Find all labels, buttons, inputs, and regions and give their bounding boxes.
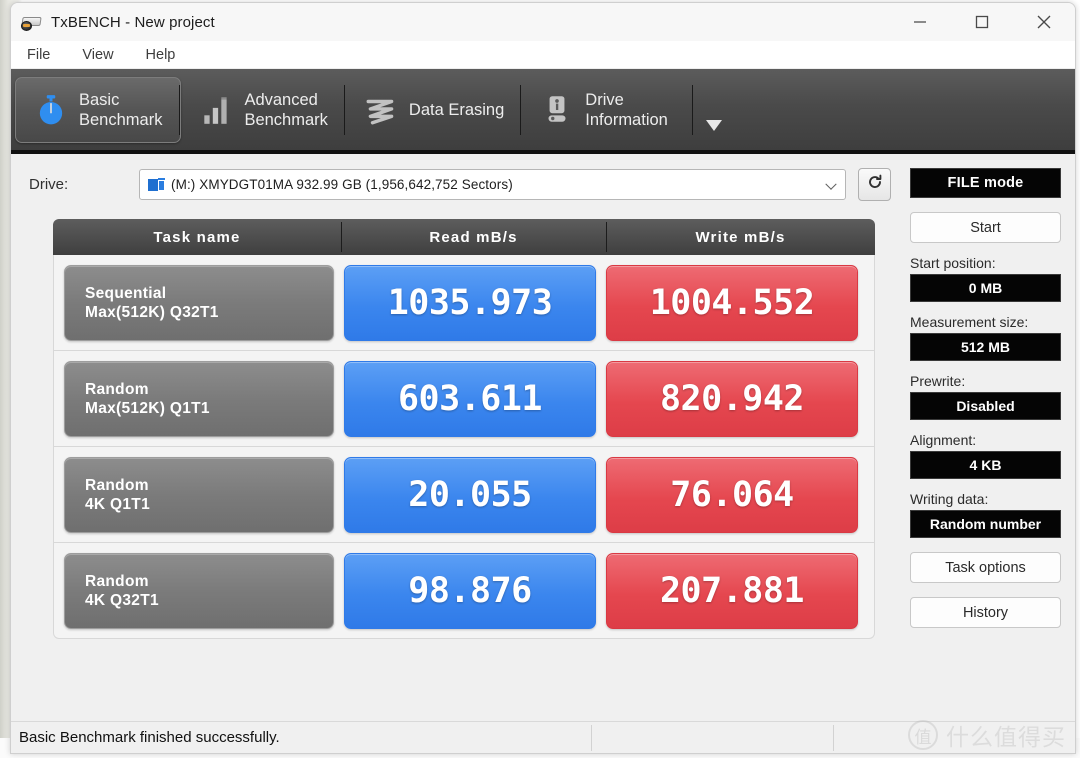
writing-data-value[interactable]: Random number xyxy=(910,510,1061,538)
chevron-down-icon xyxy=(705,119,722,131)
measurement-size-value[interactable]: 512 MB xyxy=(910,333,1061,361)
column-header-read: Read mB/s xyxy=(341,219,606,255)
read-value: 1035.973 xyxy=(344,264,596,341)
main-content: Drive: (M:) XMYDGT01MA 932.99 GB (1,956,… xyxy=(11,154,1075,722)
task-options-button[interactable]: Task options xyxy=(910,552,1061,583)
tab-drive-information[interactable]: Drive Information xyxy=(520,77,686,143)
task-name-line2: Max(512K) Q32T1 xyxy=(85,303,219,321)
prewrite-label: Prewrite: xyxy=(910,373,966,389)
write-value: 76.064 xyxy=(606,456,858,533)
tab-data-erasing[interactable]: Data Erasing xyxy=(343,77,522,143)
tab-data-erasing-label: Data Erasing xyxy=(408,100,505,119)
start-button[interactable]: Start xyxy=(910,212,1061,243)
drive-label: Drive: xyxy=(29,176,69,193)
txbench-window: TxBENCH - New project File View Help Bas… xyxy=(10,2,1076,754)
options-panel: FILE mode Start Start position: 0 MB Mea… xyxy=(900,154,1075,628)
task-name-line2: 4K Q1T1 xyxy=(85,495,150,513)
task-name-line1: Random xyxy=(85,380,149,398)
read-value: 20.055 xyxy=(344,456,596,533)
tab-overflow-button[interactable] xyxy=(691,77,722,143)
read-value: 98.876 xyxy=(344,552,596,629)
status-message: Basic Benchmark finished successfully. xyxy=(19,729,280,746)
drive-select[interactable]: (M:) XMYDGT01MA 932.99 GB (1,956,642,752… xyxy=(139,169,846,200)
tab-advanced-benchmark-label: Advanced Benchmark xyxy=(244,90,328,129)
menu-bar: File View Help xyxy=(11,41,1075,69)
chevron-down-icon xyxy=(825,178,837,190)
task-name-line2: Max(512K) Q1T1 xyxy=(85,399,210,417)
disk-drive-icon xyxy=(21,13,43,31)
alignment-label: Alignment: xyxy=(910,432,977,448)
status-divider xyxy=(591,724,592,751)
file-mode-button[interactable]: FILE mode xyxy=(910,168,1061,198)
alignment-value[interactable]: 4 KB xyxy=(910,451,1061,479)
task-name-line1: Sequential xyxy=(85,284,167,302)
table-row: Random Max(512K) Q1T1 603.611 820.942 xyxy=(53,351,875,447)
window-title: TxBENCH - New project xyxy=(51,13,215,31)
tab-basic-benchmark-label: Basic Benchmark xyxy=(79,90,163,129)
menu-item-file[interactable]: File xyxy=(25,45,62,65)
prewrite-value[interactable]: Disabled xyxy=(910,392,1061,420)
column-header-write: Write mB/s xyxy=(606,219,875,255)
zigzag-erase-icon xyxy=(364,93,398,127)
tab-drive-information-label: Drive Information xyxy=(585,90,668,129)
refresh-button[interactable] xyxy=(858,168,891,201)
writing-data-label: Writing data: xyxy=(910,491,989,507)
bar-chart-icon xyxy=(199,93,233,127)
task-name-line1: Random xyxy=(85,572,149,590)
menu-item-view[interactable]: View xyxy=(80,45,125,65)
drive-info-icon xyxy=(540,93,574,127)
table-row: Sequential Max(512K) Q32T1 1035.973 1004… xyxy=(53,255,875,351)
tab-advanced-benchmark[interactable]: Advanced Benchmark xyxy=(179,77,345,143)
task-name-line1: Random xyxy=(85,476,149,494)
task-cell[interactable]: Random 4K Q32T1 xyxy=(64,552,334,629)
column-header-task-name: Task name xyxy=(153,228,241,246)
task-cell[interactable]: Random Max(512K) Q1T1 xyxy=(64,360,334,437)
results-table: Task name Read mB/s Write mB/s Sequentia… xyxy=(53,219,875,639)
write-value: 1004.552 xyxy=(606,264,858,341)
read-value: 603.611 xyxy=(344,360,596,437)
table-row: Random 4K Q1T1 20.055 76.064 xyxy=(53,447,875,543)
status-bar: Basic Benchmark finished successfully. xyxy=(11,721,1075,753)
maximize-button[interactable] xyxy=(951,3,1013,41)
table-header-row: Task name Read mB/s Write mB/s xyxy=(53,219,875,255)
task-cell[interactable]: Random 4K Q1T1 xyxy=(64,456,334,533)
write-value: 207.881 xyxy=(606,552,858,629)
task-cell[interactable]: Sequential Max(512K) Q32T1 xyxy=(64,264,334,341)
hard-drive-icon xyxy=(148,177,165,192)
tab-strip: Basic Benchmark Advanced Benchmark Data … xyxy=(11,69,1075,154)
task-name-line2: 4K Q32T1 xyxy=(85,591,159,609)
close-button[interactable] xyxy=(1013,3,1075,41)
measurement-size-label: Measurement size: xyxy=(910,314,1029,330)
tab-basic-benchmark[interactable]: Basic Benchmark xyxy=(15,76,182,143)
start-position-value[interactable]: 0 MB xyxy=(910,274,1061,302)
start-position-label: Start position: xyxy=(910,255,996,271)
title-bar: TxBENCH - New project xyxy=(11,3,1075,41)
stopwatch-icon xyxy=(34,93,68,127)
minimize-button[interactable] xyxy=(889,3,951,41)
menu-item-help[interactable]: Help xyxy=(144,45,188,65)
history-button[interactable]: History xyxy=(910,597,1061,628)
window-controls xyxy=(889,3,1075,41)
status-divider xyxy=(833,724,834,751)
drive-select-value: (M:) XMYDGT01MA 932.99 GB (1,956,642,752… xyxy=(171,177,513,192)
table-row: Random 4K Q32T1 98.876 207.881 xyxy=(53,543,875,639)
write-value: 820.942 xyxy=(606,360,858,437)
refresh-icon xyxy=(865,172,885,197)
